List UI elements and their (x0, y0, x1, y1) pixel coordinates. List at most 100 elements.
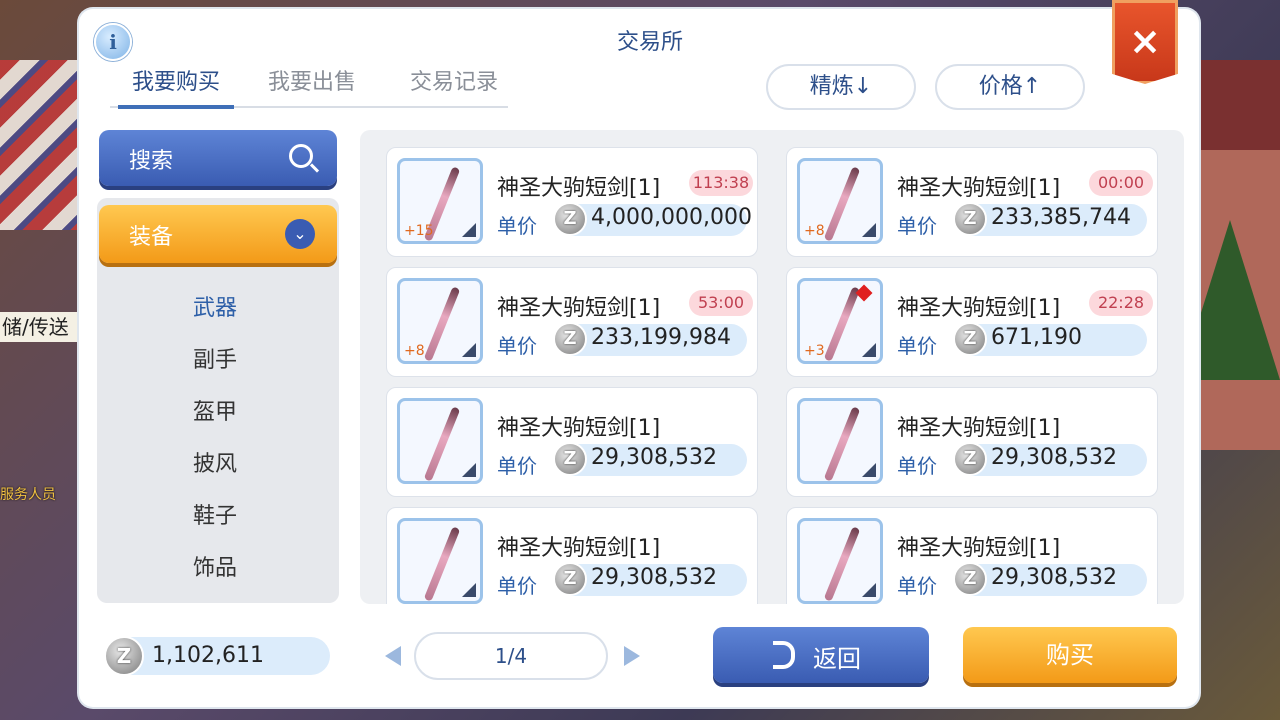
refine-level: +8 (404, 343, 425, 359)
item-name: 神圣大驹短剑[1] (897, 416, 1061, 441)
dagger-icon (423, 526, 461, 601)
back-label: 返回 (813, 645, 861, 673)
item-price: 4,000,000,000 (591, 205, 752, 230)
item-thumbnail (397, 518, 483, 604)
item-name: 神圣大驹短剑[1] (497, 416, 661, 441)
listing-timer: 00:00 (1089, 170, 1153, 196)
dagger-icon (423, 406, 461, 481)
tab-history[interactable]: 交易记录 (400, 66, 508, 106)
item-name: 神圣大驹短剑[1] (497, 176, 661, 201)
item-thumbnail: +8 (397, 278, 483, 364)
dagger-icon (823, 406, 861, 481)
item-name: 神圣大驹短剑[1] (497, 536, 661, 561)
listing-timer: 53:00 (689, 290, 753, 316)
item-price: 29,308,532 (991, 445, 1117, 470)
item-name: 神圣大驹短剑[1] (897, 296, 1061, 321)
category-dropdown[interactable]: 装备 ⌄ (99, 205, 337, 263)
window-title: 交易所 (616, 30, 683, 55)
item-card[interactable]: +3 神圣大驹短剑[1] 22:28 单价 Z 671,190 (786, 267, 1158, 377)
zeny-balance-value: 1,102,611 (152, 643, 264, 668)
dagger-icon (423, 286, 461, 361)
item-card[interactable]: +8 神圣大驹短剑[1] 00:00 单价 Z 233,385,744 (786, 147, 1158, 257)
item-thumbnail (797, 398, 883, 484)
price-label: 单价 (497, 214, 537, 238)
item-name: 神圣大驹短剑[1] (897, 176, 1061, 201)
zeny-coin-icon: Z (953, 562, 987, 596)
tab-sell[interactable]: 我要出售 (258, 66, 366, 106)
item-card[interactable]: 神圣大驹短剑[1] 单价 Z 29,308,532 (786, 507, 1158, 604)
subcategory-weapon[interactable]: 武器 (150, 290, 280, 322)
background-awning (0, 60, 80, 230)
price-label: 单价 (897, 574, 937, 598)
close-icon: × (1129, 19, 1161, 63)
item-price: 29,308,532 (591, 565, 717, 590)
sort-refine-button[interactable]: 精炼↓ (766, 64, 916, 110)
zeny-coin-icon: Z (553, 202, 587, 236)
subcategory-accessory[interactable]: 饰品 (150, 550, 280, 582)
dagger-icon (823, 166, 861, 241)
background-roof (1190, 60, 1280, 150)
info-icon[interactable]: i (94, 23, 132, 61)
tab-bar: 我要购买 我要出售 交易记录 (110, 66, 508, 109)
zeny-coin-icon: Z (953, 322, 987, 356)
price-label: 单价 (497, 574, 537, 598)
zeny-coin-icon: Z (553, 442, 587, 476)
price-label: 单价 (497, 454, 537, 478)
price-label: 单价 (897, 214, 937, 238)
page-indicator: 1/4 (414, 632, 608, 680)
item-card[interactable]: 神圣大驹短剑[1] 单价 Z 29,308,532 (786, 387, 1158, 497)
prev-page-icon[interactable] (385, 646, 401, 666)
next-page-icon[interactable] (624, 646, 640, 666)
buy-button[interactable]: 购买 (963, 627, 1177, 683)
subcategory-armor[interactable]: 盔甲 (150, 394, 280, 426)
dagger-icon (823, 286, 861, 361)
item-name: 神圣大驹短剑[1] (497, 296, 661, 321)
background-npc-label: 服务人员 (0, 487, 56, 503)
chevron-down-icon: ⌄ (285, 219, 315, 249)
zeny-coin-icon: Z (104, 636, 144, 676)
price-label: 单价 (897, 454, 937, 478)
subcategory-shoes[interactable]: 鞋子 (150, 498, 280, 530)
item-price: 233,199,984 (591, 325, 731, 350)
refine-level: +15 (404, 223, 434, 239)
refine-level: +8 (804, 223, 825, 239)
tab-buy[interactable]: 我要购买 (118, 66, 234, 109)
item-card[interactable]: +15 神圣大驹短剑[1] 113:38 单价 Z 4,000,000,000 (386, 147, 758, 257)
item-card[interactable]: 神圣大驹短剑[1] 单价 Z 29,308,532 (386, 387, 758, 497)
category-label: 装备 (129, 225, 174, 250)
close-button[interactable]: × (1112, 0, 1178, 84)
item-thumbnail (797, 518, 883, 604)
back-button[interactable]: 返回 (713, 627, 929, 683)
zeny-coin-icon: Z (953, 202, 987, 236)
item-name: 神圣大驹短剑[1] (897, 536, 1061, 561)
dagger-icon (823, 526, 861, 601)
item-card[interactable]: 神圣大驹短剑[1] 单价 Z 29,308,532 (386, 507, 758, 604)
listing-timer: 113:38 (689, 170, 753, 196)
item-thumbnail: +3 (797, 278, 883, 364)
item-list: +15 神圣大驹短剑[1] 113:38 单价 Z 4,000,000,000 … (360, 130, 1184, 604)
search-label: 搜索 (129, 149, 174, 174)
item-card[interactable]: +8 神圣大驹短剑[1] 53:00 单价 Z 233,199,984 (386, 267, 758, 377)
zeny-coin-icon: Z (553, 562, 587, 596)
subcategory-cloak[interactable]: 披风 (150, 446, 280, 478)
search-button[interactable]: 搜索 (99, 130, 337, 186)
item-price: 233,385,744 (991, 205, 1131, 230)
background-sign: 储/传送 (0, 312, 80, 342)
item-thumbnail (397, 398, 483, 484)
item-price: 29,308,532 (591, 445, 717, 470)
zeny-coin-icon: Z (553, 322, 587, 356)
listing-timer: 22:28 (1089, 290, 1153, 316)
price-label: 单价 (897, 334, 937, 358)
subcategory-offhand[interactable]: 副手 (150, 342, 280, 374)
price-label: 单价 (497, 334, 537, 358)
refine-level: +3 (804, 343, 825, 359)
search-icon (289, 144, 313, 168)
item-thumbnail: +15 (397, 158, 483, 244)
return-icon (773, 641, 795, 669)
item-thumbnail: +8 (797, 158, 883, 244)
item-price: 671,190 (991, 325, 1082, 350)
item-price: 29,308,532 (991, 565, 1117, 590)
sort-price-button[interactable]: 价格↑ (935, 64, 1085, 110)
zeny-coin-icon: Z (953, 442, 987, 476)
card-slot-gem-icon (855, 284, 873, 302)
